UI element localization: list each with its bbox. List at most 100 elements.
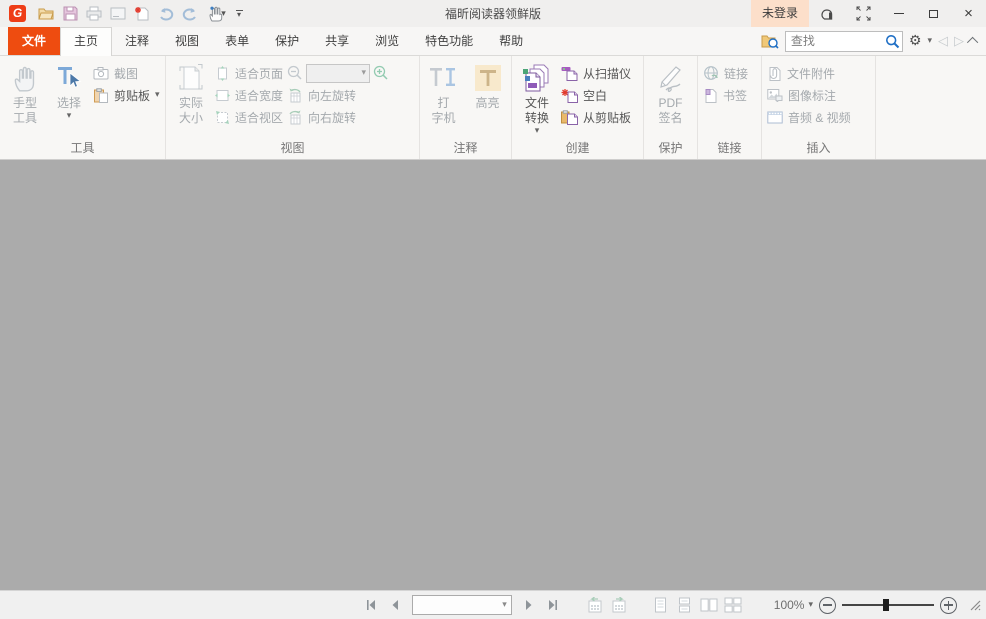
- pdf-sign-button[interactable]: PDF 签名: [651, 59, 691, 126]
- continuous-view-button[interactable]: [674, 594, 696, 616]
- tab-home[interactable]: 主页: [60, 27, 112, 56]
- undo-button[interactable]: [154, 2, 178, 26]
- title-bar: G: [0, 0, 986, 27]
- highlight-button[interactable]: 高亮: [468, 59, 508, 111]
- audio-video-button[interactable]: 音频 & 视频: [767, 106, 851, 128]
- last-page-icon: [546, 599, 560, 611]
- file-attachment-button[interactable]: 文件附件: [767, 62, 851, 84]
- tab-share[interactable]: 共享: [312, 27, 362, 55]
- rotate-left-button[interactable]: 向左旋转: [287, 84, 389, 106]
- print-button[interactable]: [82, 2, 106, 26]
- snapshot-button[interactable]: 截图: [93, 62, 160, 84]
- tab-spacer: [536, 27, 761, 55]
- login-status-button[interactable]: 未登录: [751, 0, 809, 27]
- find-next-button[interactable]: ▷: [954, 34, 964, 49]
- next-view-button[interactable]: [608, 594, 630, 616]
- previous-view-button[interactable]: [584, 594, 606, 616]
- zoom-in-icon[interactable]: [373, 65, 389, 81]
- convert-file-button[interactable]: 文件 转换 ▾: [517, 59, 557, 136]
- zoom-percent-caret[interactable]: ▾: [808, 600, 813, 610]
- find-bar: ⚙ ▾ ◁ ▷: [761, 27, 986, 55]
- link-button[interactable]: 链接: [703, 62, 748, 84]
- group-label-link: 链接: [703, 139, 756, 159]
- search-folder-icon[interactable]: [761, 33, 779, 49]
- touch-gesture-button[interactable]: [809, 0, 845, 27]
- from-scanner-button[interactable]: 从扫描仪: [561, 62, 631, 84]
- first-page-button[interactable]: [360, 594, 382, 616]
- find-settings-caret[interactable]: ▾: [927, 36, 932, 46]
- next-page-button[interactable]: [518, 594, 540, 616]
- zoom-out-icon[interactable]: [287, 65, 303, 81]
- zoom-level-combobox[interactable]: ▾: [306, 64, 370, 83]
- tab-view[interactable]: 视图: [162, 27, 212, 55]
- tab-features[interactable]: 特色功能: [412, 27, 486, 55]
- bookmark-button[interactable]: 书签: [703, 84, 748, 106]
- group-label-protect: 保护: [649, 139, 692, 159]
- new-blank-document-button[interactable]: [130, 2, 154, 26]
- insert-small-column: 文件附件 图像标注: [767, 59, 851, 128]
- continuous-facing-view-button[interactable]: [722, 594, 744, 616]
- tab-protect[interactable]: 保护: [262, 27, 312, 55]
- email-icon: [110, 7, 126, 20]
- hand-gesture-caret: ▾: [221, 8, 226, 19]
- ribbon-group-comment: 打 字机 高亮 注释: [420, 56, 512, 159]
- last-page-button[interactable]: [542, 594, 564, 616]
- image-annotation-icon: [767, 88, 783, 102]
- find-settings-button[interactable]: ⚙: [909, 34, 922, 48]
- undo-icon: [158, 7, 174, 21]
- fullscreen-button[interactable]: [845, 0, 881, 27]
- new-document-icon: [134, 6, 150, 22]
- fit-page-icon: [215, 66, 230, 81]
- fit-visible-button[interactable]: 适合视区: [215, 106, 283, 128]
- search-icon[interactable]: [885, 34, 900, 49]
- tab-form[interactable]: 表单: [212, 27, 262, 55]
- tab-file[interactable]: 文件: [8, 27, 60, 55]
- zoom-in-button[interactable]: [940, 597, 957, 614]
- zoom-slider-handle[interactable]: [883, 599, 889, 611]
- next-view-icon: [610, 597, 628, 613]
- collapse-ribbon-button[interactable]: [967, 37, 978, 48]
- previous-page-button[interactable]: [384, 594, 406, 616]
- zoom-out-button[interactable]: [819, 597, 836, 614]
- tab-comment[interactable]: 注释: [112, 27, 162, 55]
- email-button[interactable]: [106, 2, 130, 26]
- previous-page-icon: [389, 599, 401, 611]
- facing-view-button[interactable]: [698, 594, 720, 616]
- zoom-controls: ▾: [287, 62, 389, 84]
- zoom-slider[interactable]: [842, 598, 934, 612]
- rotate-right-button[interactable]: 向右旋转: [287, 106, 389, 128]
- fit-width-icon: [215, 88, 230, 103]
- clipboard-button[interactable]: 剪贴板 ▾: [93, 84, 160, 106]
- resize-grip[interactable]: [969, 599, 981, 611]
- zoom-level-input[interactable]: [307, 66, 361, 81]
- blank-document-button[interactable]: 空白: [561, 84, 631, 106]
- audio-video-icon: [767, 111, 783, 124]
- foxit-logo-icon[interactable]: G: [9, 5, 26, 22]
- single-page-view-button[interactable]: [650, 594, 672, 616]
- actual-size-button[interactable]: 实际 大小: [171, 59, 211, 126]
- redo-button[interactable]: [178, 2, 202, 26]
- open-file-button[interactable]: [34, 2, 58, 26]
- customize-quick-access-button[interactable]: ▾: [232, 10, 246, 18]
- tab-help[interactable]: 帮助: [486, 27, 536, 55]
- restore-button[interactable]: [916, 0, 951, 27]
- tab-browse[interactable]: 浏览: [362, 27, 412, 55]
- hand-gesture-button[interactable]: ▾: [202, 2, 232, 26]
- save-button[interactable]: [58, 2, 82, 26]
- select-tool-button[interactable]: 选择 ▾: [49, 59, 89, 121]
- fit-width-button[interactable]: 适合宽度: [215, 84, 283, 106]
- close-button[interactable]: ×: [951, 0, 986, 27]
- hand-tool-button[interactable]: 手型 工具: [5, 59, 45, 126]
- group-label-insert: 插入: [767, 139, 870, 159]
- fit-page-button[interactable]: 适合页面: [215, 62, 283, 84]
- page-number-input[interactable]: [413, 598, 502, 613]
- image-annotation-button[interactable]: 图像标注: [767, 84, 851, 106]
- minimize-button[interactable]: [881, 0, 916, 27]
- typewriter-button[interactable]: 打 字机: [424, 59, 464, 126]
- page-number-combobox[interactable]: ▾: [412, 595, 512, 615]
- status-bar: ▾: [0, 590, 986, 619]
- from-clipboard-button[interactable]: 从剪贴板: [561, 106, 631, 128]
- find-previous-button[interactable]: ◁: [938, 34, 948, 49]
- redo-icon: [182, 7, 198, 21]
- document-area[interactable]: [0, 160, 986, 590]
